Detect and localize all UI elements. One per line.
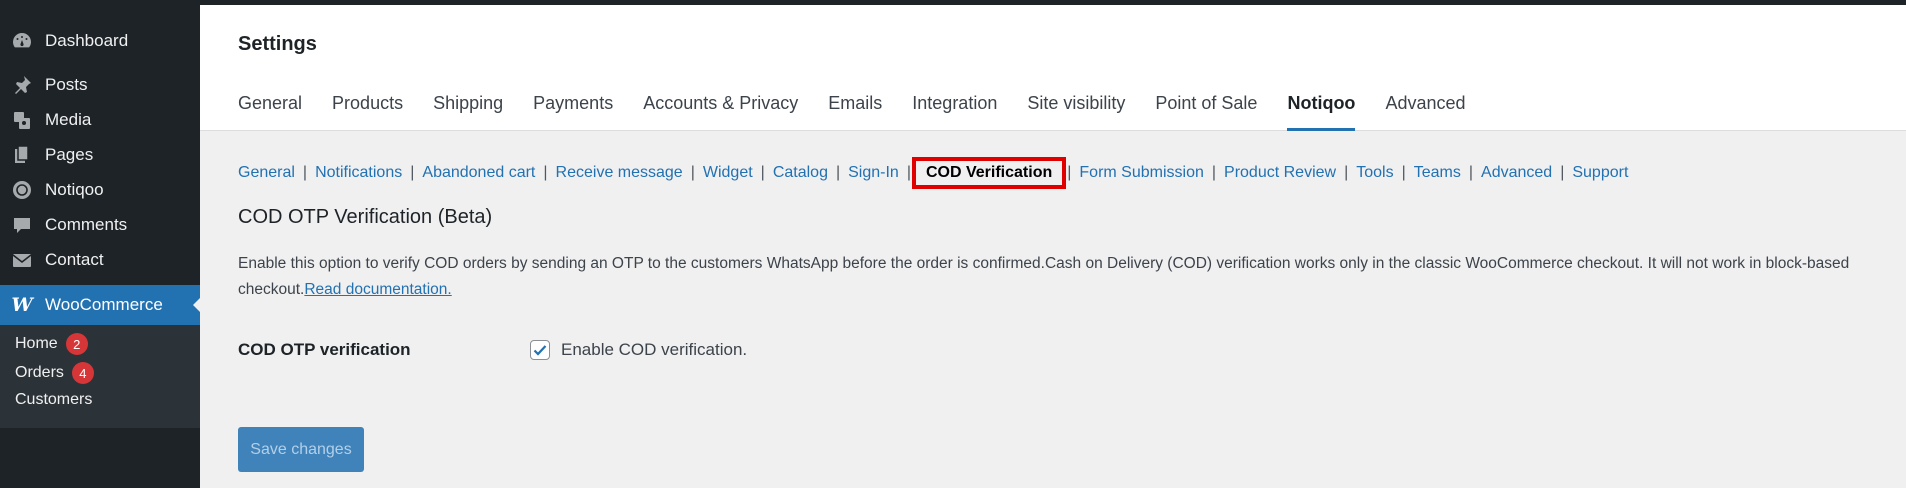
sidebar-item-label: Media xyxy=(45,110,92,129)
tab-general[interactable]: General xyxy=(238,93,302,131)
separator: | xyxy=(690,164,695,181)
mail-icon xyxy=(10,248,34,272)
sidebar-item-label: WooCommerce xyxy=(45,295,163,314)
dashboard-icon xyxy=(10,29,34,53)
separator: | xyxy=(1401,164,1406,181)
tab-notiqoo[interactable]: Notiqoo xyxy=(1287,93,1356,131)
separator: | xyxy=(835,164,841,181)
separator: | xyxy=(1468,164,1474,181)
separator: | xyxy=(1067,164,1072,181)
page-title: Settings xyxy=(238,33,317,55)
subnav-receive-message[interactable]: Receive message xyxy=(556,164,683,182)
subnav-abandoned-cart[interactable]: Abandoned cart xyxy=(422,164,535,182)
subnav-catalog[interactable]: Catalog xyxy=(773,164,828,182)
section-title: COD OTP Verification (Beta) xyxy=(238,206,493,228)
tab-payments[interactable]: Payments xyxy=(533,93,613,131)
settings-tabs: General Products Shipping Payments Accou… xyxy=(238,93,1496,131)
subnav-product-review[interactable]: Product Review xyxy=(1224,164,1336,182)
subnav-notifications[interactable]: Notifications xyxy=(315,164,402,182)
sidebar-item-label: Contact xyxy=(45,250,104,269)
separator: | xyxy=(760,164,765,181)
pages-icon xyxy=(10,143,34,167)
sidebar-item-label: Pages xyxy=(45,145,94,164)
tab-site-visibility[interactable]: Site visibility xyxy=(1027,93,1125,131)
woocommerce-icon: W xyxy=(11,294,33,316)
submenu-item-label: Home xyxy=(15,335,58,352)
subnav-sign-in[interactable]: Sign-In xyxy=(848,164,899,182)
sidebar-item-posts[interactable]: Posts xyxy=(0,67,200,103)
submenu-item-home[interactable]: Home 2 xyxy=(15,333,88,355)
sidebar-item-media[interactable]: Media xyxy=(0,102,200,138)
save-changes-button[interactable]: Save changes xyxy=(238,427,364,472)
subnav-cod-verification[interactable]: COD Verification xyxy=(911,157,1067,189)
settings-header: Settings General Products Shipping Payme… xyxy=(200,5,1906,131)
sub-navigation: General | Notifications | Abandoned cart… xyxy=(238,157,1628,189)
tab-accounts-privacy[interactable]: Accounts & Privacy xyxy=(643,93,798,131)
sidebar-item-label: Comments xyxy=(45,215,128,234)
sidebar-item-comments[interactable]: Comments xyxy=(0,207,200,243)
media-icon xyxy=(10,108,34,132)
pin-icon xyxy=(10,73,34,97)
cod-otp-verification-label: COD OTP verification xyxy=(238,340,411,359)
subnav-form-submission[interactable]: Form Submission xyxy=(1079,164,1203,182)
count-badge: 2 xyxy=(65,333,88,355)
tab-advanced[interactable]: Advanced xyxy=(1385,93,1465,131)
submenu-item-orders[interactable]: Orders 4 xyxy=(15,362,94,384)
tab-point-of-sale[interactable]: Point of Sale xyxy=(1155,93,1257,131)
description-text: Enable this option to verify COD orders … xyxy=(238,255,1850,298)
submenu-item-customers[interactable]: Customers xyxy=(15,391,92,409)
separator: | xyxy=(1560,164,1565,181)
sidebar-item-label: Notiqoo xyxy=(45,180,104,199)
current-menu-arrow xyxy=(193,297,201,313)
tab-shipping[interactable]: Shipping xyxy=(433,93,503,131)
sidebar-item-notiqoo[interactable]: Notiqoo xyxy=(0,172,200,208)
read-documentation-link[interactable]: Read documentation. xyxy=(304,281,451,298)
admin-sidebar: Dashboard Posts Media Pages Notiqoo Comm… xyxy=(0,5,201,488)
comment-icon xyxy=(10,213,34,237)
separator: | xyxy=(1211,164,1217,181)
checkbox-label[interactable]: Enable COD verification. xyxy=(561,340,747,360)
count-badge: 4 xyxy=(71,362,94,384)
separator: | xyxy=(302,164,308,181)
tab-products[interactable]: Products xyxy=(332,93,403,131)
separator: | xyxy=(1344,164,1349,181)
sidebar-item-pages[interactable]: Pages xyxy=(0,137,200,173)
subnav-support[interactable]: Support xyxy=(1572,164,1628,182)
subnav-general[interactable]: General xyxy=(238,164,295,182)
subnav-tools[interactable]: Tools xyxy=(1356,164,1393,182)
sidebar-item-label: Posts xyxy=(45,75,88,94)
separator: | xyxy=(906,164,911,181)
separator: | xyxy=(410,164,415,181)
check-icon xyxy=(533,345,547,356)
submenu-item-label: Orders xyxy=(15,364,64,381)
sidebar-item-contact[interactable]: Contact xyxy=(0,242,200,278)
subnav-advanced[interactable]: Advanced xyxy=(1481,164,1552,182)
subnav-teams[interactable]: Teams xyxy=(1414,164,1461,182)
subnav-widget[interactable]: Widget xyxy=(703,164,753,182)
separator: | xyxy=(543,164,548,181)
sidebar-item-label: Dashboard xyxy=(45,31,129,50)
enable-cod-verification-checkbox[interactable] xyxy=(530,340,550,360)
tab-integration[interactable]: Integration xyxy=(912,93,997,131)
sidebar-item-woocommerce[interactable]: W WooCommerce xyxy=(0,285,201,325)
cod-verification-option: Enable COD verification. xyxy=(530,340,747,360)
notiqoo-icon xyxy=(10,178,34,202)
woocommerce-submenu: Home 2 Orders 4 Customers xyxy=(0,325,200,428)
sidebar-item-dashboard[interactable]: Dashboard xyxy=(0,23,200,59)
submenu-item-label: Customers xyxy=(15,391,93,408)
section-description: Enable this option to verify COD orders … xyxy=(238,251,1878,303)
tab-emails[interactable]: Emails xyxy=(828,93,882,131)
